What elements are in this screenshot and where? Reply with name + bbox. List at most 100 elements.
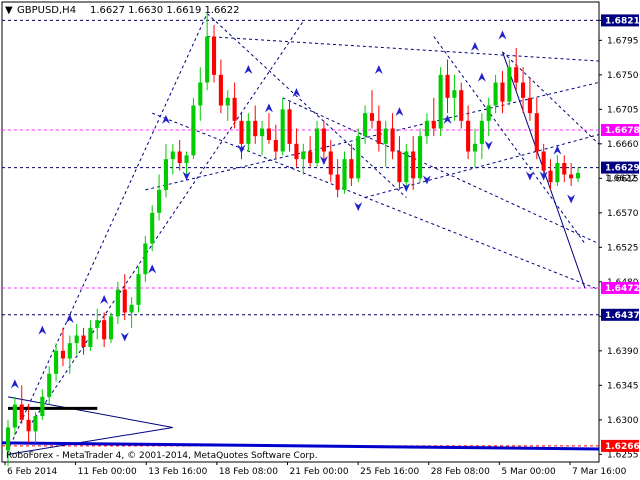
candle-body	[308, 151, 313, 163]
candle-body	[479, 120, 484, 144]
candle[interactable]	[438, 67, 443, 137]
candle-body	[472, 143, 478, 152]
candle-body	[548, 170, 553, 183]
candle-body	[198, 82, 203, 106]
candle-body	[356, 136, 361, 179]
time-tick-label: 6 Feb 2014	[7, 467, 58, 477]
candle-body	[466, 120, 471, 152]
candle-body	[569, 174, 574, 179]
candle-body	[19, 404, 24, 420]
time-tick-label: 28 Feb 08:00	[431, 467, 490, 477]
candle-body	[390, 128, 395, 152]
candle-body	[335, 174, 340, 190]
candle-body	[452, 90, 457, 98]
candle-body	[486, 105, 491, 121]
candle-body	[314, 128, 320, 163]
candle-body	[170, 151, 175, 160]
candle-body	[541, 151, 546, 171]
candle[interactable]	[356, 128, 361, 183]
candle-body	[431, 120, 436, 129]
candle[interactable]	[108, 312, 114, 344]
time-tick-label: 5 Mar 00:00	[501, 467, 556, 477]
candle-body	[232, 97, 237, 121]
candle-body	[143, 243, 148, 275]
candle-body	[218, 74, 223, 106]
candle-body	[287, 109, 292, 144]
candle-body	[163, 159, 169, 190]
time-tick-label: 25 Feb 16:00	[360, 467, 419, 477]
candle-body	[95, 320, 100, 328]
time-tick-label: 7 Mar 16:00	[572, 467, 627, 477]
candle-body	[273, 140, 278, 152]
candle-body	[514, 67, 519, 83]
price-tag-label: 1.6678	[605, 126, 640, 136]
symbol-dropdown-icon[interactable]: ▼	[5, 5, 13, 16]
candle-body	[239, 120, 244, 144]
candle-body	[342, 159, 347, 190]
candle-body	[12, 404, 17, 428]
price-tick-label: 1.6345	[607, 381, 639, 391]
candle-body	[438, 74, 443, 129]
candle-body	[115, 289, 120, 317]
price-tag-label: 1.6821	[605, 16, 640, 26]
price-tag-label: 1.6472	[605, 284, 640, 294]
candle-body	[417, 136, 423, 179]
candle-body	[129, 304, 134, 313]
candle-body	[47, 373, 52, 397]
candle-body	[102, 320, 107, 340]
candle-body	[493, 82, 498, 106]
time-tick-label: 21 Feb 00:00	[290, 467, 349, 477]
symbol-title: GBPUSD,H4	[17, 5, 76, 16]
candle-body	[383, 128, 388, 144]
ohlc-readout: 1.6627 1.6630 1.6619 1.6622	[90, 5, 240, 16]
candle[interactable]	[417, 128, 423, 183]
candle-body	[67, 343, 72, 359]
candle-body	[301, 151, 306, 160]
candle-body	[521, 82, 526, 98]
price-chart[interactable]: 1.68211.67951.67501.67051.66601.66151.65…	[0, 0, 640, 480]
candle-body	[150, 212, 155, 244]
candle-body	[211, 36, 217, 75]
candle-body	[527, 97, 532, 114]
candle-body	[246, 120, 251, 144]
price-tag-label: 1.6437	[605, 311, 640, 321]
time-tick-label: 18 Feb 08:00	[219, 467, 278, 477]
candle-body	[369, 113, 375, 121]
candle-body	[321, 128, 326, 152]
candle-body	[26, 419, 31, 432]
candle-body	[445, 74, 450, 98]
price-tick-label: 1.6660	[607, 140, 639, 150]
price-tag-label: 1.6629	[605, 164, 640, 174]
candle-body	[266, 128, 272, 140]
candle-body	[191, 105, 196, 156]
price-tick-label: 1.6705	[607, 105, 639, 115]
time-tick-label: 13 Feb 16:00	[148, 467, 207, 477]
candle-body	[555, 163, 560, 183]
candle-body	[205, 36, 210, 83]
price-tick-label: 1.6525	[607, 243, 639, 253]
price-tick-label: 1.6300	[607, 416, 639, 426]
candle-body	[349, 159, 354, 179]
candle-body	[411, 151, 416, 179]
candle-body	[40, 396, 45, 416]
candle-body	[376, 120, 381, 144]
candle-body	[81, 335, 86, 347]
candle-body	[157, 189, 162, 213]
candle-body	[397, 151, 402, 183]
candle-body	[500, 82, 505, 102]
candle-body	[5, 427, 11, 451]
candle-body	[404, 151, 409, 183]
candle-body	[54, 350, 59, 374]
price-axis[interactable]: 1.68211.67951.67501.67051.66601.66151.65…	[599, 0, 640, 480]
time-tick-label: 11 Feb 00:00	[78, 467, 137, 477]
candle-body	[507, 67, 512, 102]
candle-body	[534, 113, 539, 152]
candle[interactable]	[191, 97, 196, 160]
candle-body	[424, 120, 429, 137]
candle-body	[253, 120, 258, 137]
price-tick-label: 1.6750	[607, 71, 639, 81]
candle-body	[136, 274, 141, 305]
candle-body	[575, 172, 581, 179]
candle-body	[225, 97, 230, 106]
candle-body	[328, 151, 333, 175]
